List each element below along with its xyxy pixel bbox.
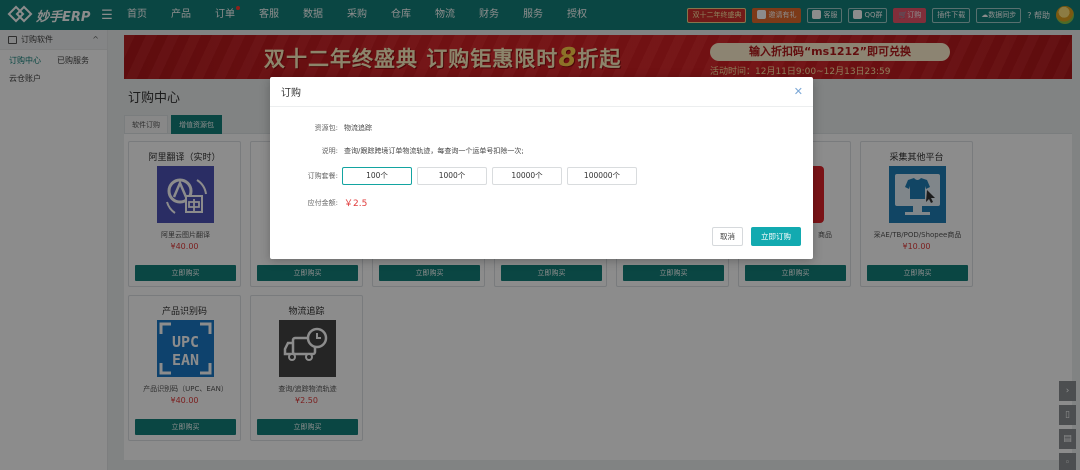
plan-label: 订购套餐: bbox=[307, 172, 338, 180]
description-value: 查询/跟踪跨境订单物流轨迹，每查询一个运单号扣除一次; bbox=[344, 147, 524, 155]
description-label: 说明: bbox=[321, 147, 338, 155]
plan-option[interactable]: 100000个 bbox=[567, 167, 637, 185]
amount-label: 应付金额: bbox=[307, 198, 338, 207]
dialog-title: 订购 bbox=[281, 88, 301, 99]
cancel-button[interactable]: 取消 bbox=[712, 227, 743, 246]
package-label: 资源包: bbox=[314, 124, 338, 132]
amount-value: ￥2.5 bbox=[344, 199, 368, 209]
confirm-order-button[interactable]: 立即订购 bbox=[751, 227, 801, 246]
order-dialog: 订购 ✕ 资源包: 物流追踪 说明: 查询/跟踪跨境订单物流轨迹，每查询一个运单… bbox=[270, 77, 813, 259]
close-icon[interactable]: ✕ bbox=[794, 85, 803, 98]
package-value: 物流追踪 bbox=[344, 124, 372, 132]
plan-option[interactable]: 1000个 bbox=[417, 167, 487, 185]
plan-option[interactable]: 10000个 bbox=[492, 167, 562, 185]
plan-option[interactable]: 100个 bbox=[342, 167, 412, 185]
